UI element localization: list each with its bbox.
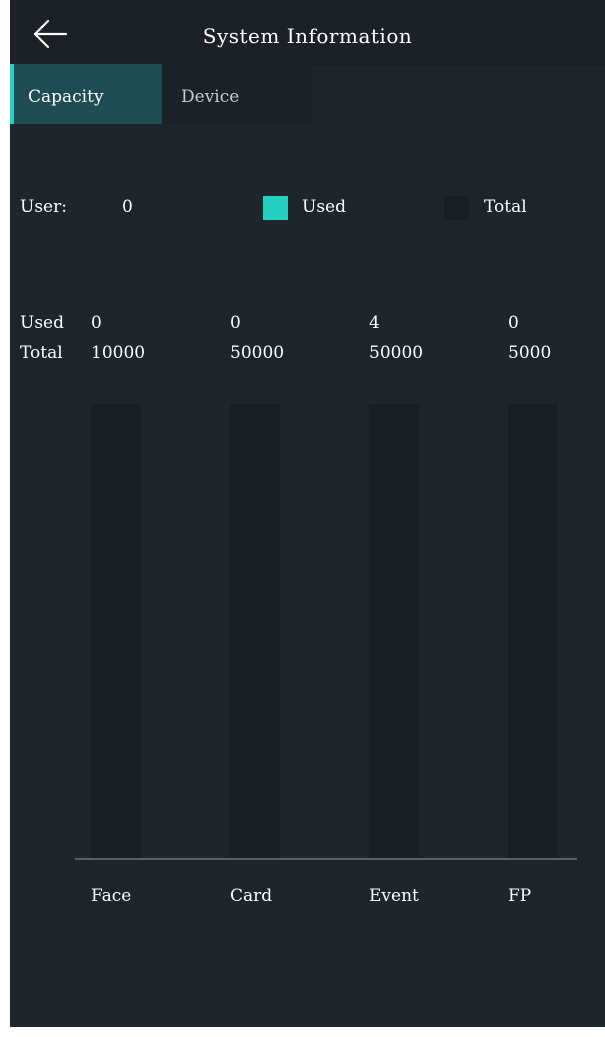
- fp-used-value: 0: [508, 313, 519, 333]
- card-used-value: 0: [230, 313, 241, 333]
- bar-total-face: [91, 404, 141, 858]
- page-title: System Information: [202, 24, 413, 48]
- x-tick-label-card: Card: [230, 886, 272, 906]
- legend-total-swatch: [444, 196, 469, 220]
- legend-used-swatch: [263, 196, 288, 220]
- face-total-value: 10000: [91, 343, 146, 363]
- bar-total-fp: [508, 404, 558, 858]
- user-value: 0: [122, 197, 133, 217]
- legend-used-label: Used: [302, 197, 346, 217]
- header-bar: System Information: [10, 0, 605, 66]
- x-tick-label-fp: FP: [508, 886, 531, 906]
- legend-total-label: Total: [484, 197, 527, 217]
- tab-capacity[interactable]: Capacity: [10, 64, 162, 124]
- fp-total-value: 5000: [508, 343, 552, 363]
- bar-total-card: [230, 404, 280, 858]
- bar-total-event: [369, 404, 419, 858]
- event-used-value: 4: [369, 313, 380, 333]
- x-tick-label-face: Face: [91, 886, 131, 906]
- used-row-label: Used: [20, 313, 64, 333]
- card-total-value: 50000: [230, 343, 285, 363]
- event-total-value: 50000: [369, 343, 424, 363]
- user-label: User:: [20, 197, 67, 217]
- screen: System Information Capacity Device User:…: [10, 0, 605, 1027]
- tab-device[interactable]: Device: [162, 64, 313, 124]
- face-used-value: 0: [91, 313, 102, 333]
- x-tick-label-event: Event: [369, 886, 419, 906]
- capacity-bar-chart: Face Card Event FP: [75, 404, 577, 906]
- total-row-label: Total: [20, 343, 63, 363]
